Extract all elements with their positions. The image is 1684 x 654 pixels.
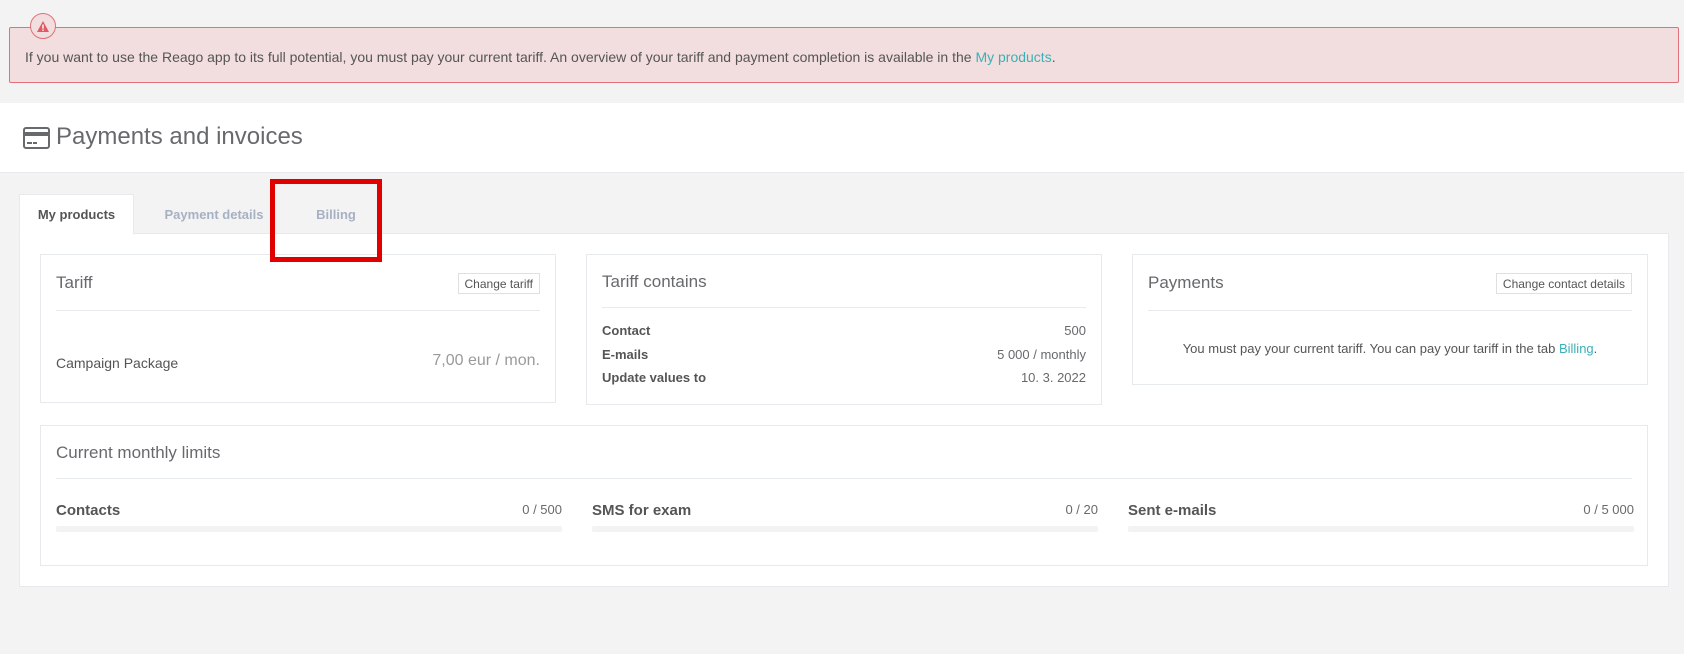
credit-card-icon bbox=[23, 127, 50, 149]
monthly-limits-title: Current monthly limits bbox=[56, 443, 221, 462]
limit-sms: SMS for exam 0 / 20 bbox=[592, 502, 1098, 532]
tariff-contains-box: Tariff contains Contact 500 E-mails 5 00… bbox=[586, 254, 1102, 405]
package-name: Campaign Package bbox=[56, 355, 179, 371]
payments-divider bbox=[1148, 310, 1632, 311]
tab-content-my-products: Tariff Change tariff Campaign Package 7,… bbox=[19, 233, 1669, 587]
limit-progress-bar bbox=[592, 526, 1098, 532]
limit-progress-bar bbox=[1128, 526, 1634, 532]
limit-label: Contacts bbox=[56, 502, 121, 519]
limit-value: 0 / 20 bbox=[1065, 502, 1098, 517]
tariff-row-value: 10. 3. 2022 bbox=[1020, 370, 1086, 385]
billing-tab-highlight bbox=[270, 179, 382, 262]
change-tariff-button[interactable]: Change tariff bbox=[457, 273, 540, 294]
alert-message: If you want to use the Reago app to its … bbox=[25, 49, 1056, 65]
tariff-row-label: Update values to bbox=[602, 370, 707, 385]
tariff-contains-title: Tariff contains bbox=[602, 272, 707, 291]
payments-message-after: . bbox=[1593, 341, 1598, 356]
payments-message-before: You must pay your current tariff. You ca… bbox=[1182, 341, 1559, 356]
my-products-link[interactable]: My products bbox=[975, 49, 1051, 65]
tariff-row-update: Update values to 10. 3. 2022 bbox=[602, 370, 1086, 388]
monthly-limits-divider bbox=[56, 478, 1632, 479]
alert-text-before: If you want to use the Reago app to its … bbox=[25, 49, 976, 65]
tariff-divider bbox=[56, 310, 540, 311]
tariff-row-label: E-mails bbox=[602, 347, 649, 362]
package-price: 7,00 eur / mon. bbox=[432, 352, 540, 369]
monthly-limits-box: Current monthly limits Contacts 0 / 500 … bbox=[40, 425, 1648, 566]
tariff-row-value: 500 bbox=[1064, 323, 1086, 338]
alert-text-after: . bbox=[1051, 49, 1056, 65]
tariff-title: Tariff bbox=[56, 273, 93, 292]
limit-value: 0 / 5 000 bbox=[1583, 502, 1634, 517]
page-header: Payments and invoices bbox=[0, 103, 1684, 173]
limit-sent-emails: Sent e-mails 0 / 5 000 bbox=[1128, 502, 1634, 532]
payments-title: Payments bbox=[1148, 273, 1224, 292]
tariff-row-emails: E-mails 5 000 / monthly bbox=[602, 347, 1086, 365]
tab-my-products[interactable]: My products bbox=[19, 194, 134, 235]
limit-value: 0 / 500 bbox=[522, 502, 562, 517]
change-contact-details-button[interactable]: Change contact details bbox=[1495, 273, 1632, 294]
limit-label: Sent e-mails bbox=[1128, 502, 1217, 519]
billing-link[interactable]: Billing bbox=[1559, 341, 1594, 356]
warning-triangle-icon bbox=[30, 13, 56, 39]
tariff-box: Tariff Change tariff Campaign Package 7,… bbox=[40, 254, 556, 403]
page-title: Payments and invoices bbox=[56, 123, 303, 150]
tariff-contains-divider bbox=[602, 307, 1086, 308]
payments-box: Payments Change contact details You must… bbox=[1132, 254, 1648, 385]
payments-message: You must pay your current tariff. You ca… bbox=[1133, 341, 1647, 356]
alert-banner: If you want to use the Reago app to its … bbox=[9, 13, 1679, 83]
tariff-row-value: 5 000 / monthly bbox=[997, 347, 1086, 362]
tariff-row-label: Contact bbox=[602, 323, 651, 338]
limit-progress-bar bbox=[56, 526, 562, 532]
limit-label: SMS for exam bbox=[592, 502, 692, 519]
tariff-row-contact: Contact 500 bbox=[602, 323, 1086, 341]
limit-contacts: Contacts 0 / 500 bbox=[56, 502, 562, 532]
tab-payment-details[interactable]: Payment details bbox=[149, 194, 279, 234]
